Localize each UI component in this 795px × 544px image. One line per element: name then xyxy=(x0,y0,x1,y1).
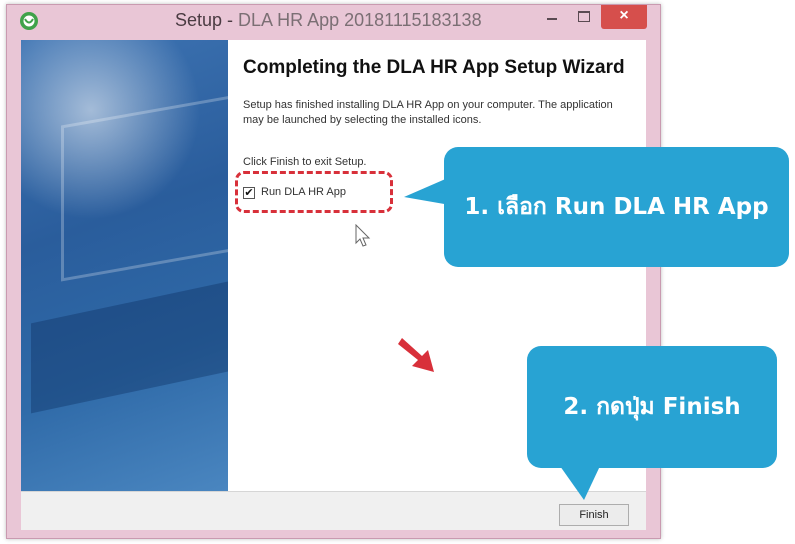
click-finish-text: Click Finish to exit Setup. xyxy=(243,156,367,168)
minimize-icon[interactable] xyxy=(537,5,567,29)
mouse-cursor-icon xyxy=(355,224,371,247)
callout2-tail xyxy=(560,466,600,500)
window-title: Setup - DLA HR App 20181115183138 xyxy=(175,10,482,31)
wizard-side-image xyxy=(21,40,228,491)
wizard-heading: Completing the DLA HR App Setup Wizard xyxy=(243,57,625,78)
app-icon xyxy=(20,12,38,30)
callout-press-finish: 2. กดปุ่ม Finish xyxy=(527,346,777,468)
maximize-icon[interactable] xyxy=(569,5,599,29)
finish-button[interactable]: Finish xyxy=(559,504,629,526)
close-icon[interactable]: × xyxy=(601,5,647,29)
window-title-app: DLA HR App 20181115183138 xyxy=(238,10,482,30)
wizard-description: Setup has finished installing DLA HR App… xyxy=(243,99,613,126)
red-arrow-icon xyxy=(398,338,434,372)
wizard-button-bar: Finish xyxy=(21,491,646,530)
title-bar[interactable]: Setup - DLA HR App 20181115183138 × xyxy=(7,5,660,37)
checkbox-highlight xyxy=(235,171,393,213)
callout-select-run: 1. เลือก Run DLA HR App xyxy=(444,147,789,267)
window-title-main: Setup - xyxy=(175,10,239,30)
